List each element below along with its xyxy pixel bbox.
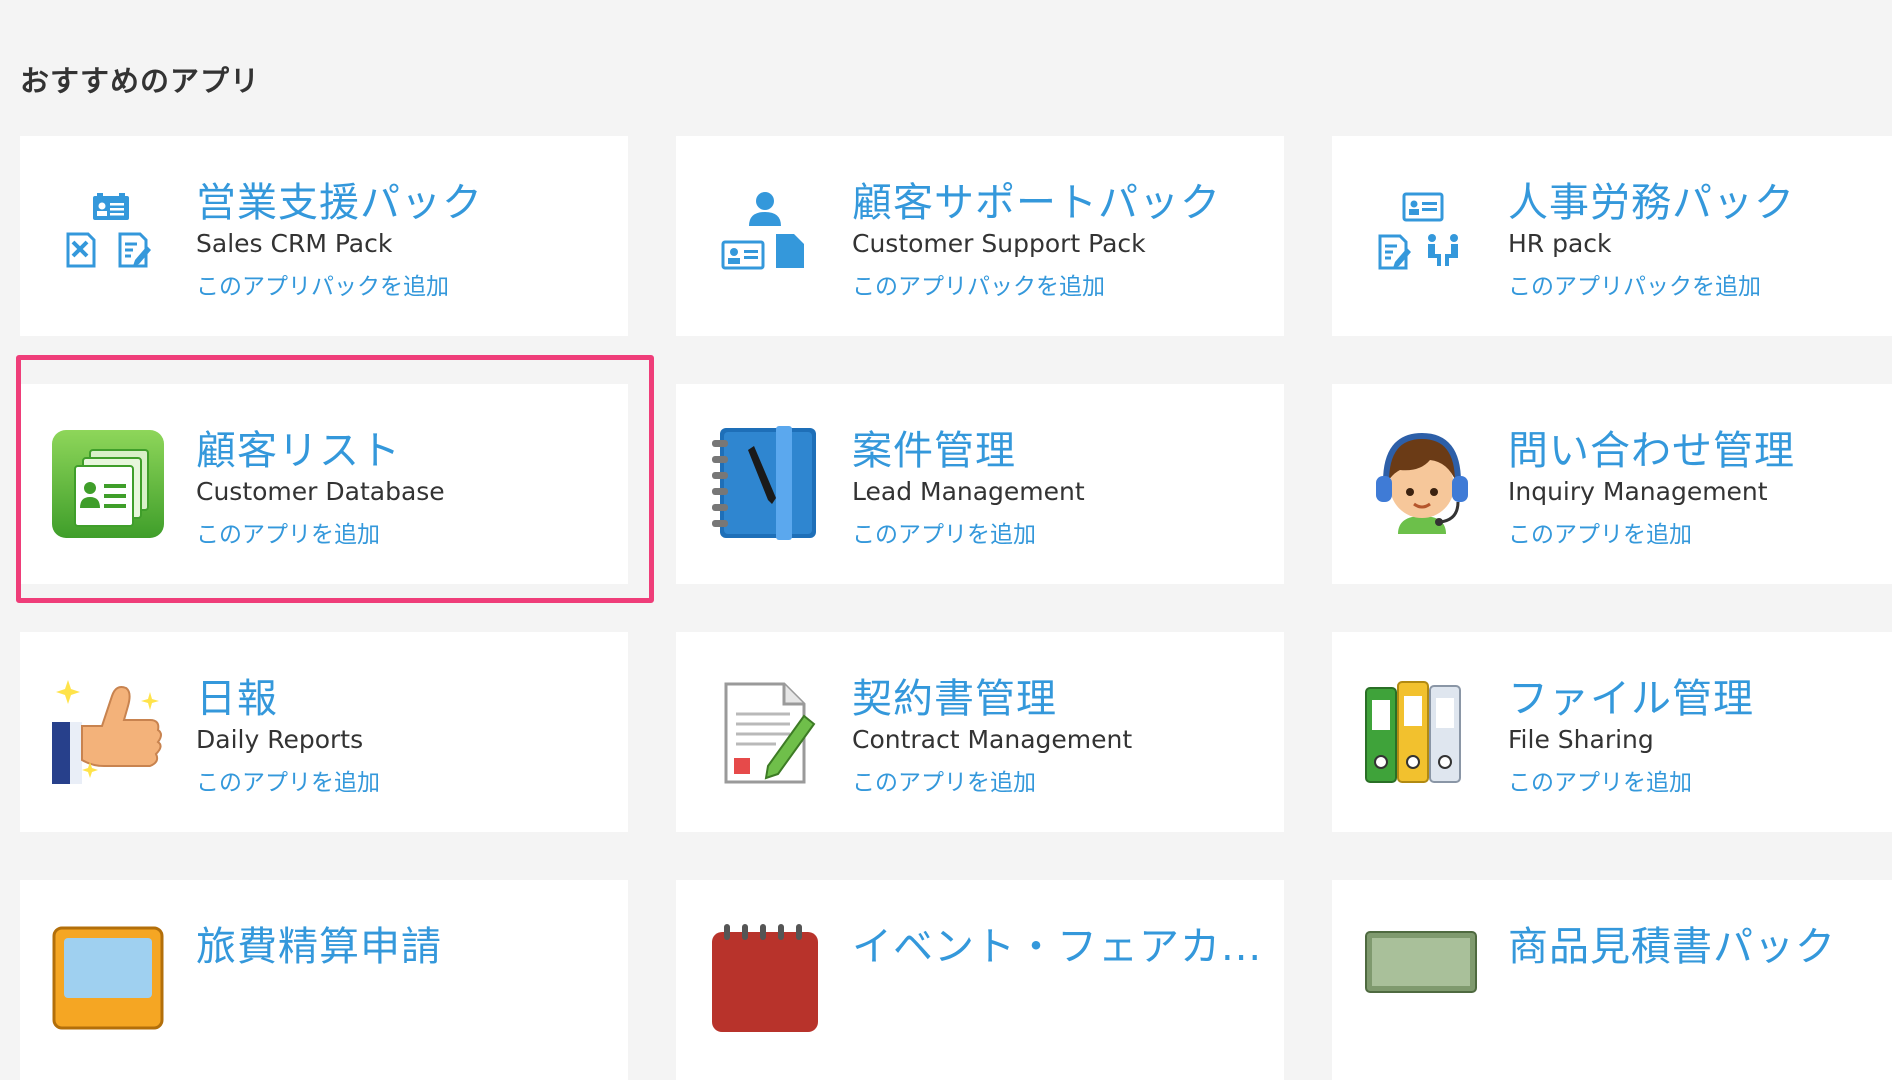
- card-contract-management[interactable]: 契約書管理 Contract Management このアプリを追加: [676, 632, 1284, 832]
- sales-pack-icon: [66, 193, 151, 268]
- card-subtitle: Daily Reports: [196, 725, 364, 754]
- card-title: 案件管理: [852, 428, 1016, 474]
- travel-expense-icon: [52, 926, 164, 1030]
- card-title: 営業支援パック: [196, 180, 483, 226]
- card-subtitle: Contract Management: [852, 725, 1133, 754]
- notebook-pen-icon: [712, 426, 816, 540]
- card-title: ファイル管理: [1508, 676, 1754, 722]
- add-pack-link[interactable]: このアプリパックを追加: [1508, 267, 1761, 301]
- card-title: 旅費精算申請: [196, 924, 442, 970]
- document-pen-icon: [724, 682, 816, 784]
- card-sales-crm-pack[interactable]: 営業支援パック Sales CRM Pack このアプリパックを追加: [20, 136, 628, 336]
- card-title: 問い合わせ管理: [1508, 428, 1795, 474]
- section-title: おすすめのアプリ: [20, 64, 261, 98]
- card-daily-reports[interactable]: 日報 Daily Reports このアプリを追加: [20, 632, 628, 832]
- binders-icon: [1365, 681, 1461, 783]
- thumbs-up-icon: [52, 680, 162, 784]
- card-lead-management[interactable]: 案件管理 Lead Management このアプリを追加: [676, 384, 1284, 584]
- card-subtitle: Customer Support Pack: [852, 229, 1146, 258]
- card-title: 日報: [196, 676, 278, 722]
- card-title: 商品見積書パック: [1508, 924, 1836, 970]
- money-icon: [1365, 931, 1477, 993]
- card-subtitle: Lead Management: [852, 477, 1085, 506]
- add-app-link[interactable]: このアプリを追加: [852, 515, 1036, 549]
- card-hr-pack[interactable]: 人事労務パック HR pack このアプリパックを追加: [1332, 136, 1892, 336]
- card-subtitle: File Sharing: [1508, 725, 1654, 754]
- calendar-icon: [712, 924, 818, 1032]
- add-pack-link[interactable]: このアプリパックを追加: [196, 267, 449, 301]
- card-customer-support-pack[interactable]: 顧客サポートパック Customer Support Pack このアプリパック…: [676, 136, 1284, 336]
- card-event-fair[interactable]: イベント・フェアカ...: [676, 880, 1284, 1080]
- add-app-link[interactable]: このアプリを追加: [1508, 763, 1692, 797]
- card-title: 契約書管理: [852, 676, 1057, 722]
- card-title: イベント・フェアカ...: [852, 924, 1263, 970]
- hr-pack-icon: [1378, 192, 1458, 270]
- add-app-link[interactable]: このアプリを追加: [196, 763, 380, 797]
- add-app-link[interactable]: このアプリを追加: [852, 763, 1036, 797]
- card-title: 顧客サポートパック: [852, 180, 1221, 226]
- card-subtitle: HR pack: [1508, 229, 1612, 258]
- add-app-link[interactable]: このアプリを追加: [1508, 515, 1692, 549]
- card-title: 人事労務パック: [1508, 180, 1795, 226]
- card-file-sharing[interactable]: ファイル管理 File Sharing このアプリを追加: [1332, 632, 1892, 832]
- card-quote-pack[interactable]: 商品見積書パック: [1332, 880, 1892, 1080]
- card-subtitle: Inquiry Management: [1508, 477, 1768, 506]
- headset-operator-icon: [1376, 432, 1468, 534]
- add-pack-link[interactable]: このアプリパックを追加: [852, 267, 1105, 301]
- card-inquiry-management[interactable]: 問い合わせ管理 Inquiry Management このアプリを追加: [1332, 384, 1892, 584]
- card-travel-expense[interactable]: 旅費精算申請: [20, 880, 628, 1080]
- card-subtitle: Sales CRM Pack: [196, 229, 393, 258]
- support-pack-icon: [721, 192, 804, 270]
- highlight-frame: [16, 355, 654, 603]
